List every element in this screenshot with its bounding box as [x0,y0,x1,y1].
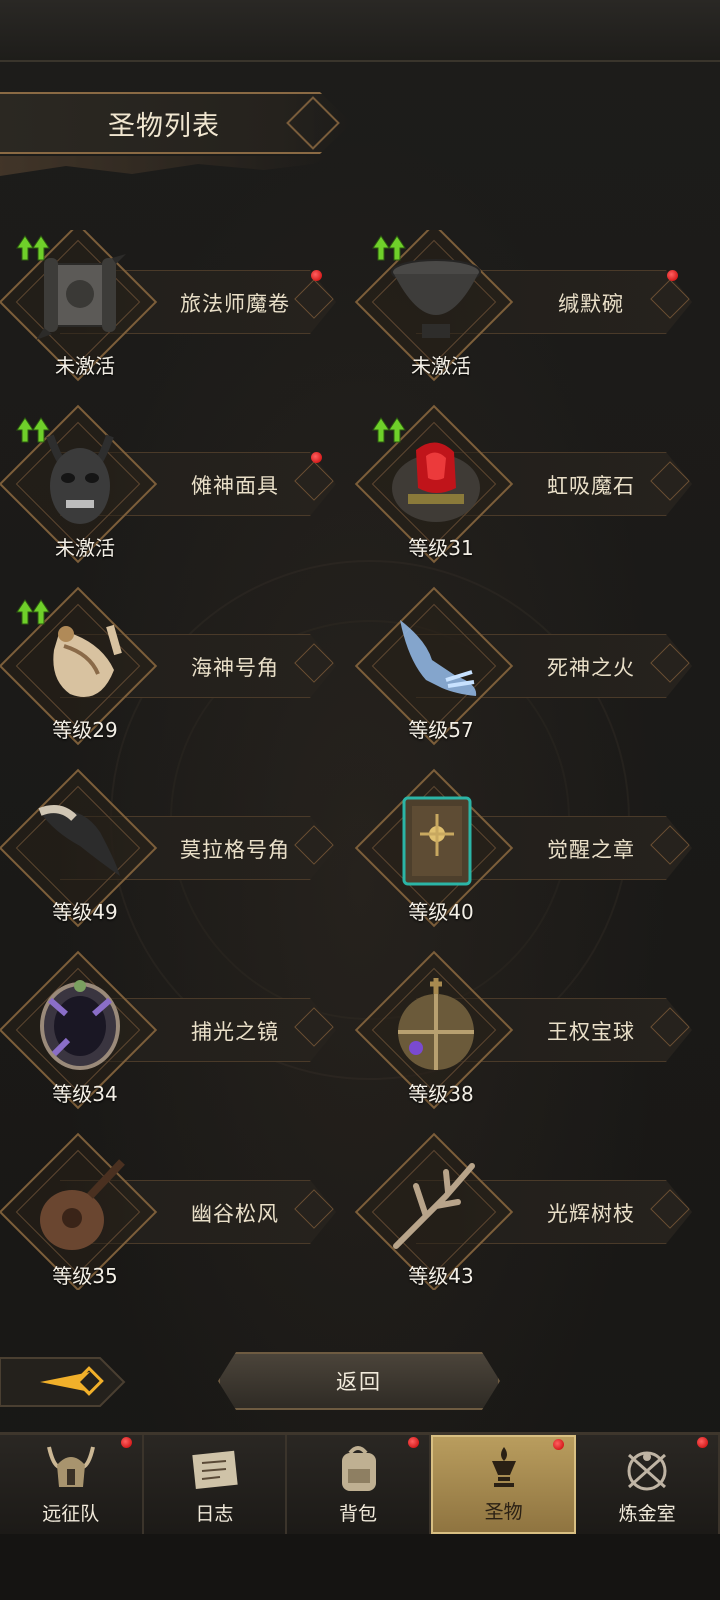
relic-card[interactable]: 缄默碗未激活 [354,230,696,382]
upgrade-arrow-icon [372,235,406,261]
upgrade-indicator [16,234,54,262]
relic-card[interactable]: 死神之火等级57 [354,586,696,746]
relic-status: 等级29 [52,718,118,742]
relic-status: 等级35 [52,1264,118,1288]
page-title: 圣物列表 [108,111,220,142]
collapse-arrow-button[interactable] [0,1352,128,1412]
relic-name: 旅法师魔卷 [180,292,290,316]
relic-name: 幽谷松风 [191,1202,279,1226]
upgrade-arrow-icon [372,417,406,443]
relic-status: 等级49 [52,900,118,924]
relic-name: 莫拉格号角 [180,838,290,862]
journal-icon [186,1443,242,1495]
relic-name: 觉醒之章 [547,838,635,862]
relic-status: 等级43 [408,1264,474,1288]
notification-dot [311,452,322,463]
upgrade-arrow-icon [16,417,50,443]
bottom-nav: 远征队 日志 背包 圣物 炼金室 [0,1432,720,1534]
return-button[interactable]: 返回 [218,1352,500,1410]
relic-card[interactable]: 傩神面具未激活 [0,404,340,564]
upgrade-indicator [16,416,54,444]
nav-tab[interactable]: 背包 [287,1435,431,1534]
helmet-icon [43,1443,99,1495]
upgrade-indicator [372,416,410,444]
relic-name: 缄默碗 [558,292,624,316]
relic-name: 光辉树枝 [547,1202,635,1226]
relic-name: 虹吸魔石 [547,474,635,498]
relic-card[interactable]: 虹吸魔石等级31 [354,404,696,564]
relic-name: 死神之火 [547,656,635,680]
nav-tab-label: 日志 [195,1503,234,1525]
notification-dot [120,1437,132,1448]
upgrade-arrow-icon [16,599,50,625]
branch-icon [384,1154,488,1258]
nav-tab-label: 远征队 [42,1503,100,1525]
relic-name: 海神号角 [191,656,279,680]
relic-card[interactable]: 幽谷松风等级35 [0,1132,340,1290]
upgrade-indicator [16,598,54,626]
nav-tab[interactable]: 远征队 [0,1435,144,1534]
relic-card[interactable]: 觉醒之章等级40 [354,768,696,928]
notification-dot [407,1437,419,1448]
relic-status: 未激活 [411,354,471,378]
system-bar [0,1534,720,1600]
lute-icon [28,1154,132,1258]
tome-icon [384,790,488,894]
spectral-hand-icon [384,608,488,712]
relic-card[interactable]: 王权宝球等级38 [354,950,696,1110]
relic-name: 傩神面具 [191,474,279,498]
notification-dot [667,270,678,281]
relic-card[interactable]: 海神号角等级29 [0,586,340,746]
relic-status: 未激活 [55,354,115,378]
backpack-icon [330,1443,386,1495]
relic-status: 等级40 [408,900,474,924]
notification-dot [311,270,322,281]
nav-tab[interactable]: 日志 [144,1435,288,1534]
relic-card[interactable]: 旅法师魔卷未激活 [0,230,340,382]
upgrade-indicator [372,234,410,262]
notification-dot [553,1439,565,1450]
relic-status: 等级34 [52,1082,118,1106]
arrow-left-icon [0,1357,126,1407]
nav-tab[interactable]: 炼金室 [576,1435,720,1534]
nav-tab-label: 背包 [338,1503,377,1525]
relic-card[interactable]: 光辉树枝等级43 [354,1132,696,1290]
relic-name: 捕光之镜 [191,1020,279,1044]
nav-tab-label: 炼金室 [618,1503,676,1525]
notification-dot [696,1437,708,1448]
nav-tab[interactable]: 圣物 [430,1435,577,1534]
relic-list[interactable]: 旅法师魔卷 未激活 缄默碗 未激活 傩神面具 未激活 虹吸魔石 等级31 海神号角 等级29 死神之… [0,230,720,1290]
relic-name: 王权宝球 [547,1020,635,1044]
relic-card[interactable]: 捕光之镜等级34 [0,950,340,1110]
upgrade-arrow-icon [16,235,50,261]
relic-status: 未激活 [55,536,115,560]
relic-status: 等级38 [408,1082,474,1106]
relic-status: 等级31 [408,536,474,560]
relic-card[interactable]: 莫拉格号角等级49 [0,768,340,928]
alchemy-icon [619,1443,675,1495]
top-frame [0,0,720,62]
royal-orb-icon [384,972,488,1076]
relic-status: 等级57 [408,718,474,742]
mirror-icon [28,972,132,1076]
nav-tab-label: 圣物 [484,1501,523,1523]
relic-chalice-icon [476,1441,532,1493]
war-horn-icon [28,790,132,894]
